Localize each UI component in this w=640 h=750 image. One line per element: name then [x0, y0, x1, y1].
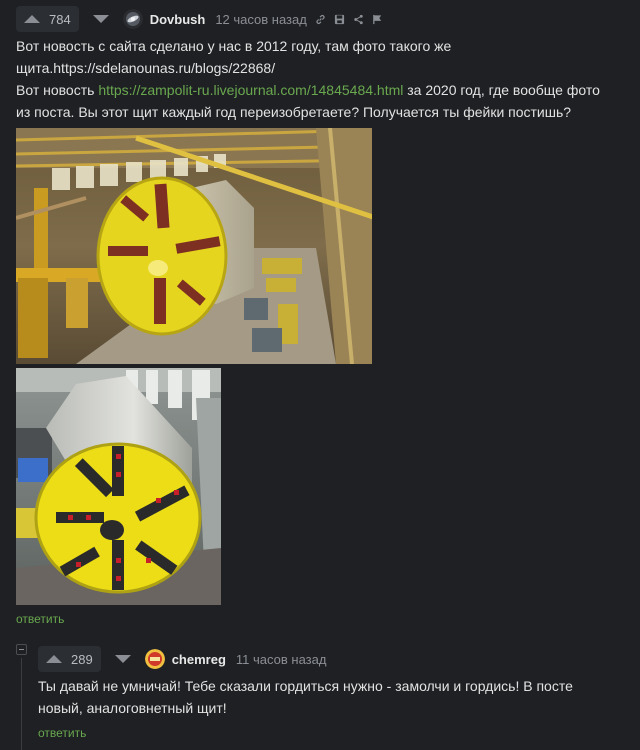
avatar[interactable] — [122, 9, 143, 29]
link-icon[interactable] — [315, 13, 327, 25]
downvote-icon[interactable] — [114, 655, 131, 663]
comment-text: Ты давай не умничай! Тебе сказали гордит… — [38, 678, 573, 716]
save-icon[interactable] — [334, 13, 346, 25]
reply-link[interactable]: ответить — [16, 612, 64, 626]
comment-text: Вот новость с сайта сделано у нас в 2012… — [16, 35, 616, 123]
upvote-icon[interactable] — [46, 655, 62, 663]
comment-header: 784 Dovbush 12 часов назад — [16, 3, 384, 35]
flag-icon[interactable] — [372, 13, 384, 25]
rating-count: 289 — [71, 651, 93, 667]
attached-image[interactable] — [16, 128, 372, 364]
vote-box: 784 — [16, 6, 79, 32]
collapse-thread-button[interactable] — [16, 644, 27, 655]
comment-header: 289 chemreg 11 часов назад — [38, 643, 326, 675]
timestamp[interactable]: 12 часов назад — [215, 12, 307, 27]
reply-link[interactable]: ответить — [38, 726, 86, 740]
comment-paragraph: Вот новость https://zampolit-ru.livejour… — [16, 79, 616, 123]
thread-line[interactable] — [21, 658, 22, 750]
external-link[interactable]: https://zampolit-ru.livejournal.com/1484… — [98, 82, 403, 98]
avatar[interactable] — [144, 649, 165, 669]
comment-paragraph: Вот новость с сайта сделано у нас в 2012… — [16, 38, 452, 76]
downvote-icon[interactable] — [92, 15, 109, 23]
timestamp[interactable]: 11 часов назад — [236, 652, 327, 667]
rating-count: 784 — [49, 11, 71, 27]
vote-box: 289 — [38, 646, 101, 672]
author-name[interactable]: chemreg — [172, 652, 226, 667]
attached-image[interactable] — [16, 368, 221, 605]
author-name[interactable]: Dovbush — [150, 12, 206, 27]
comment-tools — [315, 13, 384, 25]
text-fragment: Вот новость — [16, 82, 99, 98]
upvote-icon[interactable] — [24, 15, 40, 23]
share-icon[interactable] — [353, 13, 365, 25]
